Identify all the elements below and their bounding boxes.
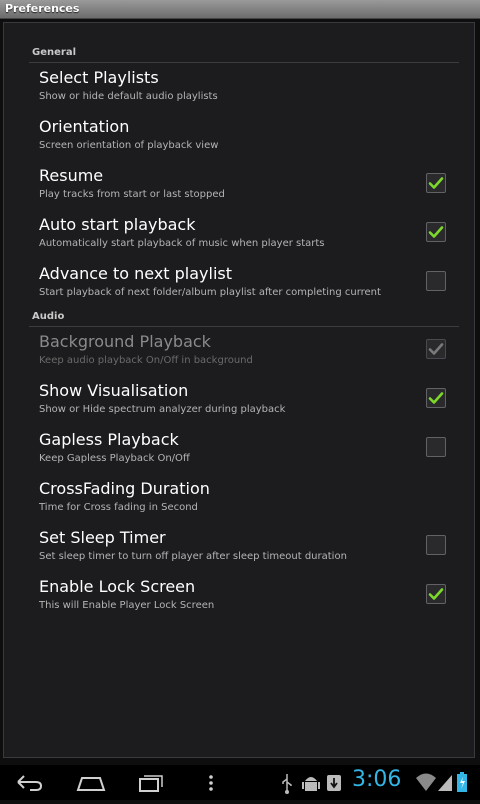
pref-set-sleep-timer[interactable]: Set Sleep Timer Set sleep timer to turn o… [29,523,459,572]
recent-apps-icon [139,775,163,792]
pref-crossfading-duration[interactable]: CrossFading Duration Time for Cross fadin… [29,474,459,523]
pref-checkbox-resume[interactable] [426,173,446,193]
pref-summary: Keep Gapless Playback On/Off [39,453,190,464]
pref-checkbox-advance-to-next-playlist[interactable] [426,271,446,291]
pref-show-visualisation[interactable]: Show Visualisation Show or Hide spectrum … [29,376,459,425]
usb-icon [282,774,292,794]
pref-title: Orientation [39,117,130,136]
pref-checkbox-show-visualisation[interactable] [426,388,446,408]
pref-checkbox-background-playback [426,339,446,359]
pref-auto-start-playback[interactable]: Auto start playback Automatically start p… [29,210,459,259]
pref-title: Set Sleep Timer [39,528,166,547]
pref-title: Show Visualisation [39,381,189,400]
pref-enable-lock-screen[interactable]: Enable Lock Screen This will Enable Playe… [29,572,459,621]
pref-title: Enable Lock Screen [39,577,196,596]
pref-title: Resume [39,166,104,185]
pref-orientation[interactable]: Orientation Screen orientation of playbac… [29,112,459,161]
home-icon [76,777,106,791]
checkmark-icon [428,177,444,189]
pref-summary: Screen orientation of playback view [39,140,219,151]
android-debug-icon [302,777,320,791]
pref-title: CrossFading Duration [39,479,210,498]
pref-title: Auto start playback [39,215,196,234]
wifi-icon [416,773,436,791]
pref-summary: Show or Hide spectrum analyzer during pl… [39,404,286,415]
pref-title: Background Playback [39,332,211,351]
back-button[interactable] [14,765,54,800]
preference-list: General Select Playlists Show or hide defa… [29,44,459,621]
checkmark-icon [428,343,444,355]
checkmark-icon [428,588,444,600]
pref-gapless-playback[interactable]: Gapless Playback Keep Gapless Playback On… [29,425,459,474]
menu-icon [209,775,213,791]
recent-apps-button[interactable] [136,765,176,800]
signal-icon [438,775,452,791]
title-bar: Preferences [0,0,480,19]
pref-title: Select Playlists [39,68,159,87]
pref-title: Gapless Playback [39,430,179,449]
checkmark-icon [428,392,444,404]
pref-summary: Time for Cross fading in Second [39,502,198,513]
menu-button[interactable] [203,765,219,800]
pref-checkbox-auto-start-playback[interactable] [426,222,446,242]
pref-checkbox-set-sleep-timer[interactable] [426,535,446,555]
pref-background-playback: Background Playback Keep audio playback O… [29,327,459,376]
home-button[interactable] [75,765,115,800]
pref-summary: Show or hide default audio playlists [39,91,218,102]
pref-summary: Automatically start playback of music wh… [39,238,325,249]
category-label: General [32,47,76,58]
pref-checkbox-enable-lock-screen[interactable] [426,584,446,604]
battery-icon [457,772,467,792]
pref-checkbox-gapless-playback[interactable] [426,437,446,457]
category-header-audio: Audio [29,308,459,327]
navigation-bar: 3:06 [0,765,480,800]
pref-summary: Set sleep timer to turn off player after… [39,551,347,562]
pref-summary: Keep audio playback On/Off in background [39,355,253,366]
pref-summary: Start playback of next folder/album play… [39,287,381,298]
back-icon [17,775,43,791]
category-header-general: General [29,44,459,63]
pref-summary: Play tracks from start or last stopped [39,189,225,200]
checkmark-icon [428,226,444,238]
clock: 3:06 [352,767,402,792]
preferences-panel: General Select Playlists Show or hide defa… [3,22,475,758]
pref-select-playlists[interactable]: Select Playlists Show or hide default aud… [29,63,459,112]
pref-advance-to-next-playlist[interactable]: Advance to next playlist Start playback o… [29,259,459,308]
pref-resume[interactable]: Resume Play tracks from start or last sto… [29,161,459,210]
window-title: Preferences [5,2,80,15]
pref-title: Advance to next playlist [39,264,233,283]
category-label: Audio [32,311,65,322]
pref-summary: This will Enable Player Lock Screen [39,600,215,611]
download-icon [327,775,341,791]
